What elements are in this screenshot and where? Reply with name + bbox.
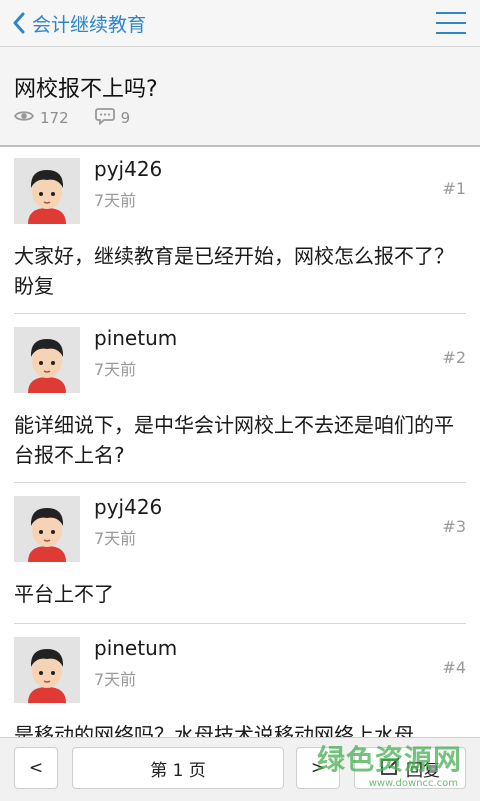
avatar[interactable] bbox=[14, 158, 80, 224]
divider bbox=[14, 482, 466, 483]
next-page-button[interactable]: > bbox=[296, 747, 340, 789]
divider bbox=[14, 623, 466, 624]
question-header: 网校报不上吗? 172 9 bbox=[0, 47, 480, 147]
page-indicator-button[interactable]: 第 1 页 bbox=[72, 747, 284, 789]
username[interactable]: pyj426 bbox=[94, 495, 162, 519]
question-meta: 172 9 bbox=[13, 107, 131, 129]
pager-bar: < 第 1 页 > 回复 绿色资源网 www.downcc.com bbox=[0, 737, 480, 801]
question-title: 网校报不上吗? bbox=[14, 77, 158, 102]
prev-page-button[interactable]: < bbox=[14, 747, 58, 789]
comment-count: 9 bbox=[120, 109, 131, 127]
post-content: 是移动的网络吗？水母技术说移动网络上水母 bbox=[14, 723, 414, 737]
post-time: 7天前 bbox=[94, 360, 137, 379]
top-bar: 会计继续教育 bbox=[0, 0, 480, 47]
avatar[interactable] bbox=[14, 327, 80, 393]
floor-number: #2 bbox=[442, 348, 466, 367]
back-label: 会计继续教育 bbox=[32, 13, 147, 36]
reply-label: 回复 bbox=[406, 760, 440, 781]
username[interactable]: pinetum bbox=[94, 636, 177, 660]
reply-button[interactable]: 回复 bbox=[354, 747, 466, 789]
post-content: 大家好，继续教育是已经开始，网校怎么报不了？盼复 bbox=[14, 244, 454, 298]
post-time: 7天前 bbox=[94, 191, 137, 210]
menu-icon[interactable] bbox=[436, 11, 466, 35]
avatar[interactable] bbox=[14, 496, 80, 562]
chevron-left-icon bbox=[12, 12, 26, 34]
post-time: 7天前 bbox=[94, 670, 137, 689]
floor-number: #3 bbox=[442, 517, 466, 536]
post-content: 平台上不了 bbox=[14, 582, 114, 606]
divider bbox=[14, 313, 466, 314]
post-content: 能详细说下，是中华会计网校上不去还是咱们的平台报不上名? bbox=[14, 413, 454, 467]
username[interactable]: pinetum bbox=[94, 326, 177, 350]
avatar[interactable] bbox=[14, 637, 80, 703]
edit-icon bbox=[380, 755, 402, 782]
username[interactable]: pyj426 bbox=[94, 157, 162, 181]
view-count: 172 bbox=[40, 109, 69, 127]
floor-number: #4 bbox=[442, 658, 466, 677]
post-list[interactable]: pyj426 7天前 #1 大家好，继续教育是已经开始，网校怎么报不了？盼复 p… bbox=[0, 147, 480, 737]
back-button[interactable]: 会计继续教育 bbox=[12, 8, 146, 38]
floor-number: #1 bbox=[442, 179, 466, 198]
post-time: 7天前 bbox=[94, 529, 137, 548]
comment-icon bbox=[94, 107, 115, 129]
eye-icon bbox=[13, 109, 35, 127]
